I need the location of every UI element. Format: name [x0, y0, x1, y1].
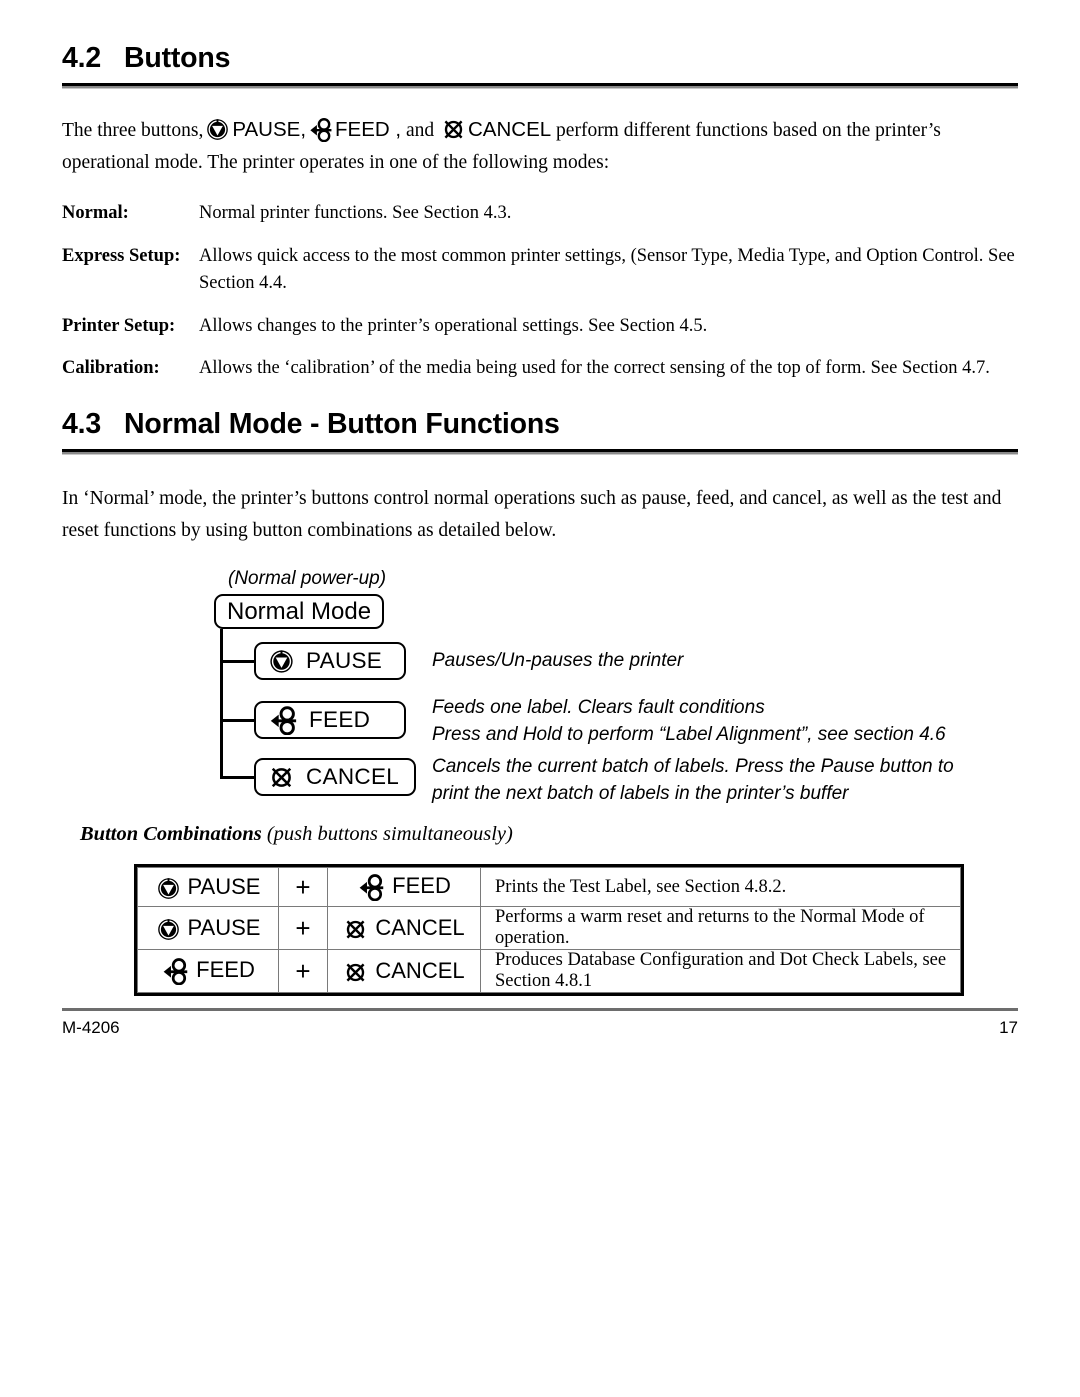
pause-button-icon	[268, 648, 295, 675]
combination-description: Prints the Test Label, see Section 4.8.2…	[480, 867, 961, 908]
section-number: 4.3	[62, 408, 102, 441]
intro-text-a: The three buttons,	[62, 119, 204, 141]
heading-rule	[62, 82, 1018, 89]
cancel-button-icon	[343, 960, 368, 985]
combination-button-a[interactable]: PAUSE	[137, 906, 279, 951]
diagram-connector	[220, 719, 254, 722]
description-line: print the next batch of labels in the pr…	[432, 783, 849, 805]
button-label: FEED	[196, 957, 255, 983]
cancel-label: CANCEL	[468, 117, 552, 141]
footer-document-code: M-4206	[62, 1018, 120, 1037]
footer-rule	[62, 1008, 1018, 1011]
button-combinations-table: PAUSE + FEED Prints the Test Label, see …	[137, 867, 961, 994]
mode-definition-list: Normal: Normal printer functions. See Se…	[62, 200, 1018, 382]
footer-page-number: 17	[999, 1018, 1018, 1037]
definition-term: Express Setup:	[62, 245, 181, 266]
combination-button-a[interactable]: FEED	[137, 949, 279, 994]
feed-button-icon	[268, 705, 298, 736]
table-row: FEED + CANCEL Produces Database Configur…	[137, 949, 961, 994]
intro-text-and: and	[405, 119, 435, 141]
button-combinations-title: Button Combinations (push buttons simult…	[80, 823, 1018, 846]
section-heading-4-2: 4.2 Buttons	[62, 42, 1018, 74]
pause-button-icon	[156, 876, 181, 901]
definition-description: Allows the ‘calibration’ of the media be…	[199, 358, 990, 379]
combination-button-b[interactable]: CANCEL	[327, 906, 481, 951]
section-title: Buttons	[124, 42, 231, 74]
diagram-node-feed[interactable]: FEED	[254, 701, 406, 740]
description-line: Feeds one label. Clears fault conditions	[432, 697, 765, 719]
feed-button-icon	[161, 957, 189, 986]
plus-sign: +	[278, 867, 328, 908]
button-label: FEED	[392, 873, 451, 899]
button-label: PAUSE	[187, 873, 261, 899]
button-label: PAUSE	[187, 914, 261, 940]
button-combinations-table-wrapper: PAUSE + FEED Prints the Test Label, see …	[134, 864, 964, 997]
section-heading-4-3: 4.3 Normal Mode - Button Functions	[62, 408, 1018, 441]
diagram-connector	[220, 660, 254, 663]
definition-description: Normal printer functions. See Section 4.…	[199, 203, 512, 224]
plus-sign: +	[278, 906, 328, 951]
pause-label: PAUSE,	[232, 117, 307, 141]
diagram-node-pause[interactable]: PAUSE	[254, 642, 406, 681]
diagram-connector	[220, 776, 254, 779]
table-row: PAUSE + FEED Prints the Test Label, see …	[137, 867, 961, 908]
plus-sign: +	[278, 949, 328, 994]
diagram-node-label: CANCEL	[306, 764, 400, 790]
section-number: 4.2	[62, 42, 102, 74]
description-line: Pauses/Un-pauses the printer	[432, 650, 684, 672]
combination-button-a[interactable]: PAUSE	[137, 867, 279, 908]
feed-label: FEED ,	[335, 117, 402, 141]
diagram-node-label: PAUSE	[306, 648, 383, 674]
combinations-title-bold: Button Combinations	[80, 823, 262, 846]
normal-mode-diagram: (Normal power-up) Normal Mode PAUSE FEED…	[214, 568, 1018, 813]
definition-term: Calibration:	[62, 358, 160, 379]
diagram-node-cancel[interactable]: CANCEL	[254, 758, 416, 797]
diagram-node-label: Normal Mode	[227, 597, 372, 625]
combination-button-b[interactable]: FEED	[327, 867, 481, 908]
definition-description: Allows changes to the printer’s operatio…	[199, 315, 708, 336]
combinations-title-note: (push buttons simultaneously)	[266, 823, 513, 846]
definition-term: Printer Setup:	[62, 315, 176, 336]
diagram-description-pause: Pauses/Un-pauses the printer	[432, 648, 683, 675]
intro-paragraph: The three buttons, PAUSE, FEED , and CANCE…	[62, 113, 1018, 178]
definition-row: Normal: Normal printer functions. See Se…	[62, 200, 1018, 227]
section-title: Normal Mode - Button Functions	[124, 408, 560, 441]
feed-button-icon	[357, 873, 385, 902]
heading-rule	[62, 449, 1018, 456]
combination-button-b[interactable]: CANCEL	[327, 949, 481, 994]
combination-description: Performs a warm reset and returns to the…	[480, 906, 961, 951]
table-row: PAUSE + CANCEL Performs a warm reset and…	[137, 906, 961, 951]
definition-row: Printer Setup: Allows changes to the pri…	[62, 313, 1018, 340]
diagram-node-label: FEED	[309, 707, 371, 733]
diagram-description-feed: Feeds one label. Clears fault conditions…	[432, 695, 946, 749]
button-label: CANCEL	[375, 914, 465, 940]
normal-mode-intro-paragraph: In ‘Normal’ mode, the printer’s buttons …	[62, 488, 1002, 541]
feed-button-icon	[308, 117, 333, 143]
definition-description: Allows quick access to the most common p…	[199, 245, 1015, 293]
definition-row: Express Setup: Allows quick access to th…	[62, 243, 1018, 297]
diagram-description-cancel: Cancels the current batch of labels. Pre…	[432, 754, 954, 808]
combination-description: Produces Database Configuration and Dot …	[480, 949, 961, 994]
footer-row: M-4206 17	[62, 1018, 1018, 1038]
manual-page: 4.2 Buttons The three buttons, PAUSE, FEED…	[0, 0, 1080, 1397]
page-content: 4.2 Buttons The three buttons, PAUSE, FEED…	[62, 42, 1018, 997]
button-label: CANCEL	[375, 957, 465, 983]
pause-button-icon	[156, 917, 181, 942]
power-up-label: (Normal power-up)	[228, 568, 387, 590]
page-footer: M-4206 17	[62, 1008, 1018, 1038]
definition-row: Calibration: Allows the ‘calibration’ of…	[62, 355, 1018, 382]
diagram-trunk-line	[220, 629, 223, 778]
description-line: Cancels the current batch of labels. Pre…	[432, 756, 954, 778]
cancel-button-icon	[268, 764, 295, 791]
description-line: Press and Hold to perform “Label Alignme…	[432, 724, 946, 746]
cancel-button-icon	[343, 917, 368, 942]
diagram-node-normal-mode: Normal Mode	[214, 594, 385, 630]
cancel-button-icon	[441, 117, 466, 142]
pause-button-icon	[205, 117, 230, 142]
definition-term: Normal:	[62, 203, 129, 224]
